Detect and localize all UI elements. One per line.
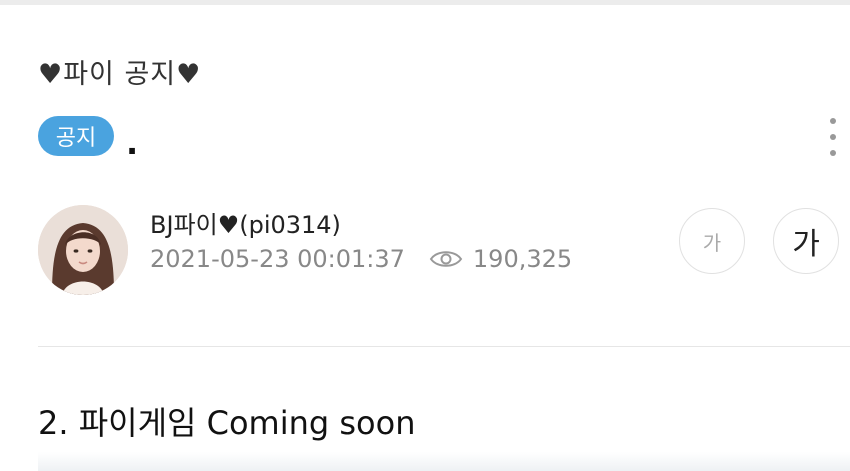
font-size-increase-button[interactable]: 가 bbox=[773, 208, 839, 274]
notice-badge: 공지 bbox=[38, 116, 114, 156]
eye-icon bbox=[429, 251, 463, 267]
post-title: . bbox=[126, 124, 139, 162]
more-options-icon[interactable] bbox=[826, 118, 840, 156]
view-count-value: 190,325 bbox=[472, 245, 573, 273]
kebab-dot bbox=[830, 118, 836, 124]
content-image-edge bbox=[38, 452, 850, 471]
post-meta: 2021-05-23 00:01:37 190,325 bbox=[150, 245, 572, 273]
top-divider-bar bbox=[0, 0, 850, 5]
content-divider bbox=[38, 346, 850, 347]
author-name[interactable]: BJ파이♥(pi0314) bbox=[150, 205, 341, 240]
view-count: 190,325 bbox=[429, 245, 572, 273]
author-avatar[interactable] bbox=[38, 205, 128, 295]
post-datetime: 2021-05-23 00:01:37 bbox=[150, 245, 405, 273]
font-size-decrease-button[interactable]: 가 bbox=[679, 208, 745, 274]
kebab-dot bbox=[830, 134, 836, 140]
kebab-dot bbox=[830, 150, 836, 156]
avatar-portrait bbox=[38, 205, 128, 295]
content-heading: 2. 파이게임 Coming soon bbox=[38, 404, 416, 442]
board-category[interactable]: ♥파이 공지♥ bbox=[38, 52, 201, 91]
